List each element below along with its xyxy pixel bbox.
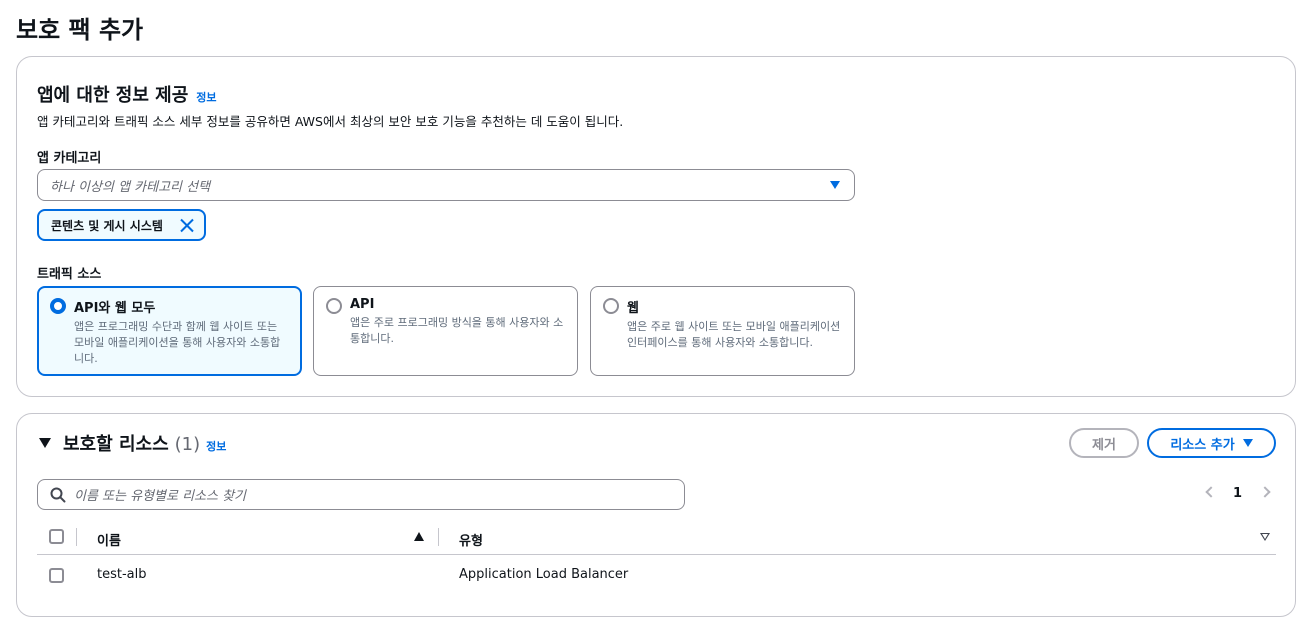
traffic-option-description: 앱은 프로그래밍 수단과 함께 웹 사이트 또는 모바일 애플리케이션을 통해 … [74, 320, 281, 365]
app-info-panel: 앱에 대한 정보 제공 정보 앱 카테고리와 트래픽 소스 세부 정보를 공유하… [16, 56, 1296, 397]
table-row[interactable]: test-alb Application Load Balancer [37, 557, 1276, 593]
page-number[interactable]: 1 [1233, 486, 1242, 501]
traffic-option-description: 앱은 주로 웹 사이트 또는 모바일 애플리케이션 인터페이스를 통해 사용자와… [627, 320, 841, 349]
radio-icon[interactable] [603, 298, 619, 314]
remove-button[interactable]: 제거 [1069, 428, 1139, 458]
resources-header: 보호할 리소스 (1) 정보 [63, 430, 226, 456]
add-resource-label: 리소스 추가 [1170, 437, 1235, 453]
column-header-name[interactable]: 이름 [97, 530, 121, 549]
resource-name: test-alb [97, 567, 147, 582]
column-divider [438, 528, 439, 546]
traffic-option-web[interactable]: 웹 앱은 주로 웹 사이트 또는 모바일 애플리케이션 인터페이스를 통해 사용… [590, 286, 855, 376]
resource-search-input[interactable]: 이름 또는 유형별로 리소스 찾기 [37, 479, 685, 510]
token-label: 콘텐츠 및 게시 시스템 [51, 218, 163, 233]
chevron-right-icon[interactable] [1259, 486, 1271, 498]
traffic-option-title: 웹 [627, 301, 639, 316]
resource-type: Application Load Balancer [459, 567, 629, 582]
app-info-title: 앱에 대한 정보 제공 [37, 85, 189, 106]
add-resource-button[interactable]: 리소스 추가 [1147, 428, 1276, 458]
collapse-caret-icon[interactable] [39, 438, 51, 448]
chevron-left-icon[interactable] [1205, 486, 1217, 498]
app-info-info-link[interactable]: 정보 [196, 89, 216, 105]
search-icon [50, 487, 66, 503]
sort-ascending-icon[interactable] [414, 532, 424, 541]
close-icon[interactable] [180, 218, 194, 232]
category-select[interactable]: 하나 이상의 앱 카테고리 선택 [37, 169, 855, 201]
radio-selected-icon[interactable] [50, 298, 66, 314]
resources-panel: 보호할 리소스 (1) 정보 제거 리소스 추가 이름 또는 유형별로 리소스 … [16, 413, 1296, 617]
traffic-option-title: API와 웹 모두 [74, 301, 156, 316]
select-all-checkbox[interactable] [49, 529, 64, 544]
category-label: 앱 카테고리 [37, 151, 102, 166]
traffic-option-description: 앱은 주로 프로그래밍 방식을 통해 사용자와 소통합니다. [350, 316, 564, 345]
traffic-label: 트래픽 소스 [37, 267, 102, 282]
page-title: 보호 팩 추가 [16, 16, 144, 44]
remove-button-label: 제거 [1092, 437, 1116, 453]
radio-icon[interactable] [326, 298, 342, 314]
resources-count: (1) [174, 434, 201, 455]
app-info-description: 앱 카테고리와 트래픽 소스 세부 정보를 공유하면 AWS에서 최상의 보안 … [37, 114, 624, 129]
row-checkbox[interactable] [49, 568, 64, 583]
resources-info-link[interactable]: 정보 [206, 438, 226, 454]
resources-title: 보호할 리소스 [63, 434, 169, 455]
app-info-header: 앱에 대한 정보 제공 정보 [37, 81, 217, 107]
caret-down-icon [1242, 439, 1253, 447]
sort-icon[interactable] [1260, 533, 1270, 541]
table-header: 이름 유형 [37, 522, 1276, 555]
search-placeholder: 이름 또는 유형별로 리소스 찾기 [74, 489, 247, 504]
category-placeholder: 하나 이상의 앱 카테고리 선택 [50, 179, 211, 195]
column-divider [76, 528, 77, 546]
traffic-option-api[interactable]: API 앱은 주로 프로그래밍 방식을 통해 사용자와 소통합니다. [313, 286, 578, 376]
column-header-type[interactable]: 유형 [459, 530, 483, 549]
traffic-option-both[interactable]: API와 웹 모두 앱은 프로그래밍 수단과 함께 웹 사이트 또는 모바일 애… [37, 286, 302, 376]
traffic-option-title: API [350, 297, 375, 312]
category-token: 콘텐츠 및 게시 시스템 [37, 209, 206, 241]
caret-down-icon [830, 181, 840, 189]
